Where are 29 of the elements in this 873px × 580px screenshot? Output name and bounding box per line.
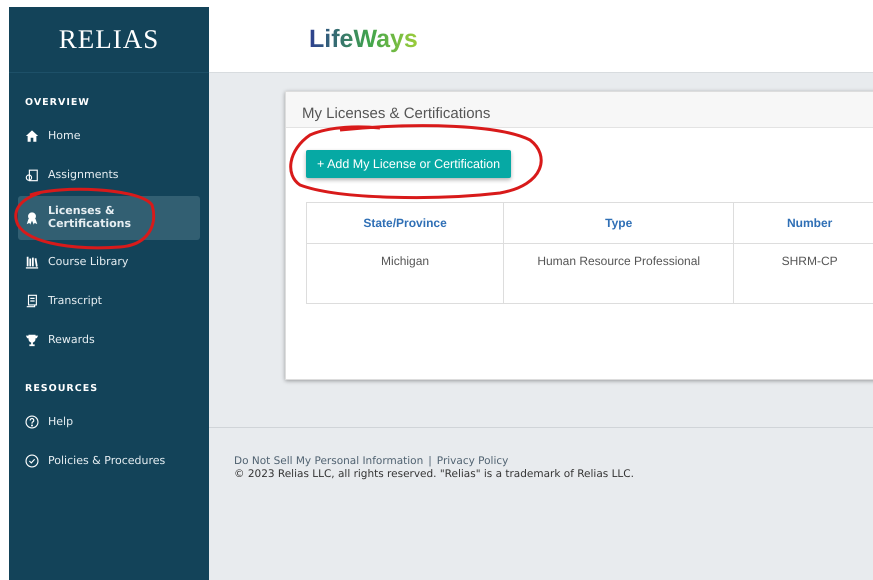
check-circle-icon (25, 454, 39, 468)
section-heading: OVERVIEW (24, 97, 91, 108)
column-header: State/Province (306, 202, 504, 244)
card-title: My Licenses & Certifications (302, 105, 490, 122)
nav-item[interactable]: Course Library (18, 242, 200, 281)
clipboard-icon (25, 168, 39, 182)
column-header: Number (734, 202, 873, 244)
nav-item[interactable]: Policies & Procedures (18, 441, 200, 480)
nav-item[interactable]: Help (18, 402, 200, 441)
nav-item[interactable]: Transcript (18, 281, 200, 320)
section-heading: RESOURCES (24, 383, 100, 394)
nav-item[interactable]: Assignments (18, 155, 200, 194)
nav-item[interactable]: Home (18, 116, 200, 155)
nav-item[interactable]: Licenses & Certifications (18, 196, 200, 240)
link-separator: | (428, 455, 432, 467)
scroll-icon (25, 294, 39, 308)
relias-logo: RELIAS (58, 24, 160, 55)
copyright-text: © 2023 Relias LLC, all rights reserved. "Relias" is a trademark of Relias LLC. (234, 468, 635, 480)
table-cell: Human Resource Professional (504, 244, 734, 304)
home-icon (25, 128, 39, 142)
footer-link[interactable]: Privacy Policy (436, 455, 508, 467)
table-cell: Michigan (306, 244, 504, 304)
help-icon (25, 414, 39, 428)
books-icon (25, 254, 39, 268)
trophy-icon (25, 332, 39, 346)
column-header: Type (504, 202, 734, 244)
nav-item[interactable]: Rewards (18, 320, 200, 359)
footer-link[interactable]: Do Not Sell My Personal Information (234, 455, 424, 467)
award-icon (25, 211, 39, 225)
